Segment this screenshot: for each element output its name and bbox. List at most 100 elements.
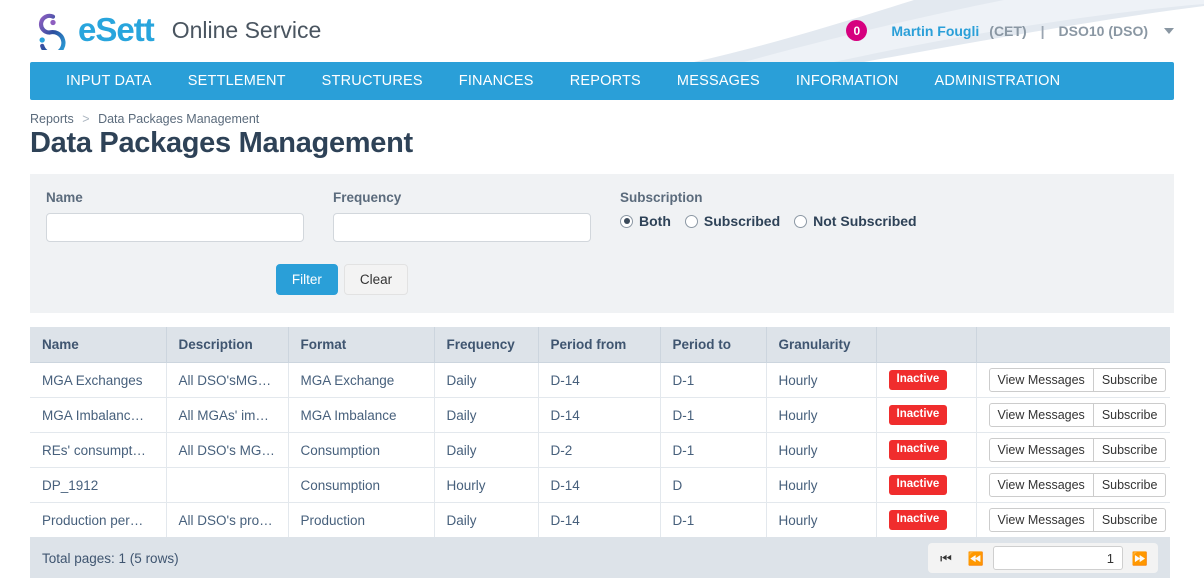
brand[interactable]: eSett Online Service [28,10,321,50]
esett-swirl-logo-icon [38,13,66,50]
subscribe-button[interactable]: Subscribe [1093,438,1167,462]
subscription-radio-subscribed[interactable]: Subscribed [684,213,781,229]
previous-page-button[interactable]: ⏪ [961,546,991,570]
subscribe-button[interactable]: Subscribe [1093,368,1167,392]
cell-granularity: Hourly [766,467,877,503]
radio-both-label: Both [639,213,671,229]
column-header-description[interactable]: Description [166,327,289,363]
status-badge: Inactive [888,475,948,495]
column-header-status [876,327,977,363]
status-badge: Inactive [888,510,948,530]
cell-granularity: Hourly [766,362,877,398]
cell-description [166,467,289,503]
cell-status: Inactive [876,502,977,538]
filter-field-subscription: Subscription Both Subscribed Not Subscri… [620,190,931,229]
column-header-format[interactable]: Format [288,327,435,363]
subscribe-button[interactable]: Subscribe [1093,403,1167,427]
filter-field-name: Name [46,190,333,242]
nav-item-input-data[interactable]: INPUT DATA [48,62,170,100]
subscribe-button[interactable]: Subscribe [1093,473,1167,497]
radio-subscribed-indicator[interactable] [684,214,698,228]
cell-status: Inactive [876,362,977,398]
table-row[interactable]: REs' consumpt… All DSO's MG… Consumption… [30,432,1170,468]
view-messages-button[interactable]: View Messages [988,368,1094,392]
cell-format: MGA Imbalance [288,397,435,433]
nav-item-messages[interactable]: MESSAGES [659,62,778,100]
user-timezone: (CET) [989,22,1027,39]
frequency-filter-input[interactable] [333,213,591,242]
cell-name: REs' consumpt… [30,432,167,468]
user-org-separator: | [1040,22,1045,39]
filter-panel: Name Frequency Subscription Both Subscri… [30,174,1174,313]
organisation-label[interactable]: DSO10 (DSO) [1059,23,1148,39]
cell-status: Inactive [876,467,977,503]
next-page-button[interactable]: ⏩ [1125,546,1155,570]
nav-item-reports[interactable]: REPORTS [552,62,659,100]
cell-actions: View Messages Subscribe [976,502,1170,538]
view-messages-button[interactable]: View Messages [988,473,1094,497]
status-badge: Inactive [888,405,948,425]
cell-name: MGA Exchanges [30,362,167,398]
column-header-frequency[interactable]: Frequency [434,327,539,363]
cell-period-to: D-1 [660,502,767,538]
brand-name: eSett [78,10,155,48]
nav-item-structures[interactable]: STRUCTURES [304,62,441,100]
cell-period-from: D-14 [538,362,661,398]
table-row[interactable]: MGA Exchanges All DSO'sMGA… MGA Exchange… [30,362,1170,398]
breadcrumb-link-reports[interactable]: Reports [30,112,74,126]
table-row[interactable]: MGA Imbalanc… All MGAs' imb… MGA Imbalan… [30,397,1170,433]
subscription-radio-both[interactable]: Both [620,213,671,229]
filter-button[interactable]: Filter [275,264,338,295]
total-pages-label: Total pages: 1 (5 rows) [42,550,179,566]
view-messages-button[interactable]: View Messages [988,438,1094,462]
cell-name: MGA Imbalanc… [30,397,167,433]
cell-period-from: D-14 [538,397,661,433]
subscribe-button[interactable]: Subscribe [1093,508,1167,532]
cell-granularity: Hourly [766,397,877,433]
cell-frequency: Daily [434,362,539,398]
name-filter-input[interactable] [46,213,304,242]
message-count-badge[interactable]: 0 [846,20,868,41]
radio-not-subscribed-indicator[interactable] [794,214,808,228]
view-messages-button[interactable]: View Messages [988,508,1094,532]
status-badge: Inactive [888,370,948,390]
radio-both-indicator[interactable] [620,214,633,228]
cell-status: Inactive [876,432,977,468]
radio-not-subscribed-label: Not Subscribed [813,213,917,229]
column-header-period-from[interactable]: Period from [538,327,661,363]
user-area[interactable]: 0 Martin Fougli (CET) | DSO10 (DSO) [846,20,1174,41]
column-header-name[interactable]: Name [30,327,167,363]
table-row[interactable]: Production per… All DSO's prod… Producti… [30,502,1170,538]
subscription-radio-not-subscribed[interactable]: Not Subscribed [794,213,917,229]
cell-actions: View Messages Subscribe [976,362,1170,398]
cell-period-to: D [660,467,767,503]
nav-item-administration[interactable]: ADMINISTRATION [917,62,1079,100]
brand-subtitle: Online Service [171,16,322,43]
clear-button[interactable]: Clear [343,264,409,295]
cell-format: Consumption [288,432,435,468]
cell-name: Production per… [30,502,167,538]
nav-item-finances[interactable]: FINANCES [441,62,552,100]
table-body: MGA Exchanges All DSO'sMGA… MGA Exchange… [30,362,1170,538]
breadcrumb: Reports > Data Packages Management [30,112,1174,126]
radio-subscribed-label: Subscribed [703,213,781,229]
table-head: Name Description Format Frequency Period… [30,327,1170,363]
nav-item-information[interactable]: INFORMATION [778,62,917,100]
column-header-granularity[interactable]: Granularity [766,327,877,363]
page-number-input[interactable] [993,546,1123,570]
first-page-button[interactable]: ⏮ [931,546,961,570]
filter-actions: Filter Clear [46,264,1158,295]
cell-actions: View Messages Subscribe [976,467,1170,503]
table-footer: Total pages: 1 (5 rows) ⏮ ⏪ ⏩ [30,538,1170,578]
table-row[interactable]: DP_1912 Consumption Hourly D-14 D Hourly… [30,467,1170,503]
status-badge: Inactive [888,440,948,460]
nav-item-settlement[interactable]: SETTLEMENT [170,62,304,100]
column-header-period-to[interactable]: Period to [660,327,767,363]
breadcrumb-current: Data Packages Management [98,112,260,126]
data-packages-table-wrapper: Name Description Format Frequency Period… [30,327,1174,578]
user-name[interactable]: Martin Fougli [891,23,979,39]
chevron-down-icon[interactable] [1164,27,1174,34]
breadcrumb-separator: > [82,112,90,126]
frequency-filter-label: Frequency [333,190,402,205]
view-messages-button[interactable]: View Messages [988,403,1094,427]
